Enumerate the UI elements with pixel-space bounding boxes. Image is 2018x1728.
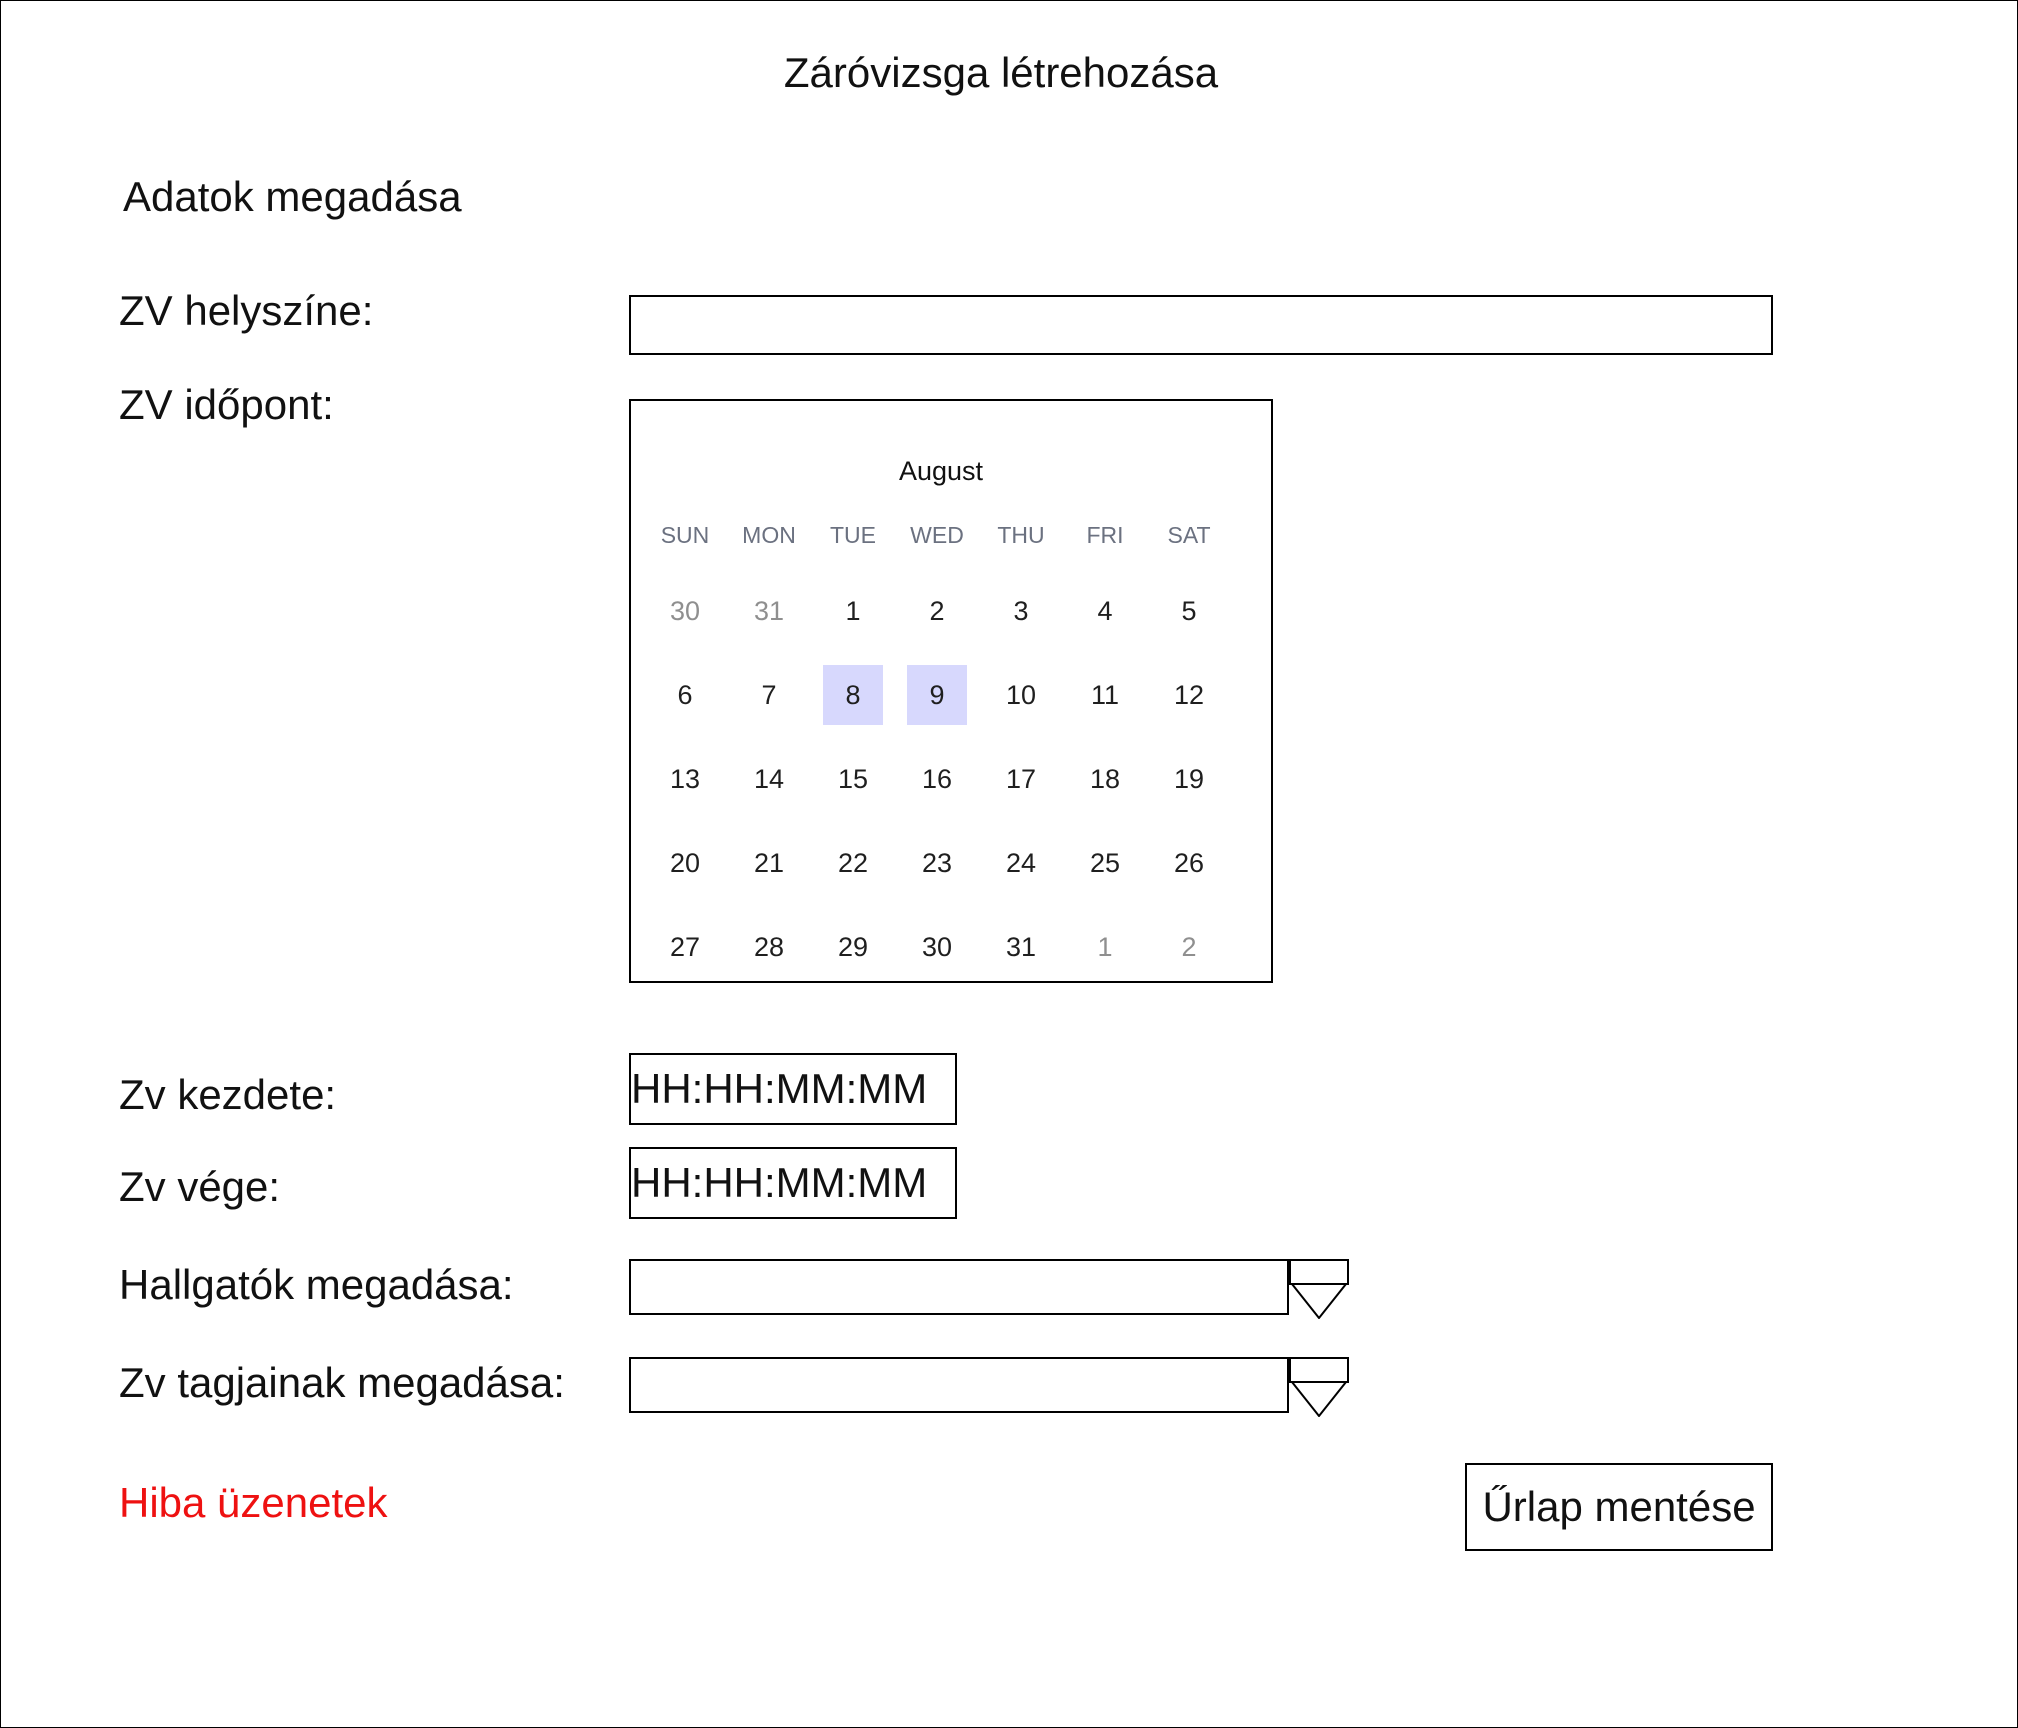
calendar-day[interactable]: 16	[907, 749, 967, 809]
calendar-day[interactable]: 27	[655, 917, 715, 977]
calendar-day[interactable]: 22	[823, 833, 883, 893]
calendar-day[interactable]: 21	[739, 833, 799, 893]
calendar-day[interactable]: 23	[907, 833, 967, 893]
calendar-day[interactable]: 31	[991, 917, 1051, 977]
calendar-day[interactable]: 2	[1159, 917, 1219, 977]
calendar-day[interactable]: 25	[1075, 833, 1135, 893]
save-form-button[interactable]: Űrlap mentése	[1465, 1463, 1773, 1551]
location-label: ZV helyszíne:	[119, 287, 374, 334]
date-picker-calendar: August SUN MON TUE WED THU FRI SAT 30 31 1 2 3 4 5 6 7…	[629, 399, 1273, 983]
members-dropdown-button[interactable]	[1289, 1357, 1349, 1383]
members-dropdown-field[interactable]	[629, 1357, 1289, 1413]
calendar-day[interactable]: 2	[907, 581, 967, 641]
calendar-day[interactable]: 20	[655, 833, 715, 893]
triangle-down-icon[interactable]	[1291, 1381, 1347, 1417]
form-window: Záróvizsga létrehozása Adatok megadása Z…	[0, 0, 2018, 1728]
calendar-day[interactable]: 12	[1159, 665, 1219, 725]
students-dropdown[interactable]	[629, 1259, 1349, 1319]
calendar-day[interactable]: 3	[991, 581, 1051, 641]
members-label: Zv tagjainak megadása:	[119, 1359, 565, 1406]
calendar-day[interactable]: 15	[823, 749, 883, 809]
calendar-day[interactable]: 26	[1159, 833, 1219, 893]
section-title: Adatok megadása	[123, 173, 462, 220]
end-time-input[interactable]: HH:HH:MM:MM	[629, 1147, 957, 1219]
calendar-day[interactable]: 10	[991, 665, 1051, 725]
calendar-day-grid: 30 31 1 2 3 4 5 6 7 8 9 10 11 12 13 14 15 16 17 18 19 20 21 22 2…	[653, 401, 1241, 985]
calendar-day[interactable]: 18	[1075, 749, 1135, 809]
calendar-day[interactable]: 1	[823, 581, 883, 641]
calendar-day[interactable]: 30	[907, 917, 967, 977]
calendar-day[interactable]: 30	[655, 581, 715, 641]
start-time-input[interactable]: HH:HH:MM:MM	[629, 1053, 957, 1125]
start-time-label: Zv kezdete:	[119, 1071, 337, 1118]
triangle-down-icon[interactable]	[1291, 1283, 1347, 1319]
students-dropdown-button[interactable]	[1289, 1259, 1349, 1285]
calendar-day[interactable]: 24	[991, 833, 1051, 893]
calendar-day-selected[interactable]: 9	[907, 665, 967, 725]
calendar-day[interactable]: 4	[1075, 581, 1135, 641]
students-label: Hallgatók megadása:	[119, 1261, 514, 1308]
calendar-day[interactable]: 1	[1075, 917, 1135, 977]
calendar-day[interactable]: 11	[1075, 665, 1135, 725]
calendar-day[interactable]: 6	[655, 665, 715, 725]
calendar-day[interactable]: 19	[1159, 749, 1219, 809]
date-label: ZV időpont:	[119, 381, 334, 428]
location-input[interactable]	[629, 295, 1773, 355]
calendar-day[interactable]: 7	[739, 665, 799, 725]
calendar-day[interactable]: 28	[739, 917, 799, 977]
calendar-day-selected[interactable]: 8	[823, 665, 883, 725]
calendar-day[interactable]: 14	[739, 749, 799, 809]
calendar-day[interactable]: 29	[823, 917, 883, 977]
calendar-day[interactable]: 13	[655, 749, 715, 809]
calendar-day[interactable]: 17	[991, 749, 1051, 809]
error-messages: Hiba üzenetek	[119, 1479, 388, 1526]
calendar-day[interactable]: 5	[1159, 581, 1219, 641]
page-title: Záróvizsga létrehozása	[783, 49, 1219, 96]
end-time-label: Zv vége:	[119, 1163, 281, 1210]
members-dropdown[interactable]	[629, 1357, 1349, 1417]
students-dropdown-field[interactable]	[629, 1259, 1289, 1315]
calendar-day[interactable]: 31	[739, 581, 799, 641]
